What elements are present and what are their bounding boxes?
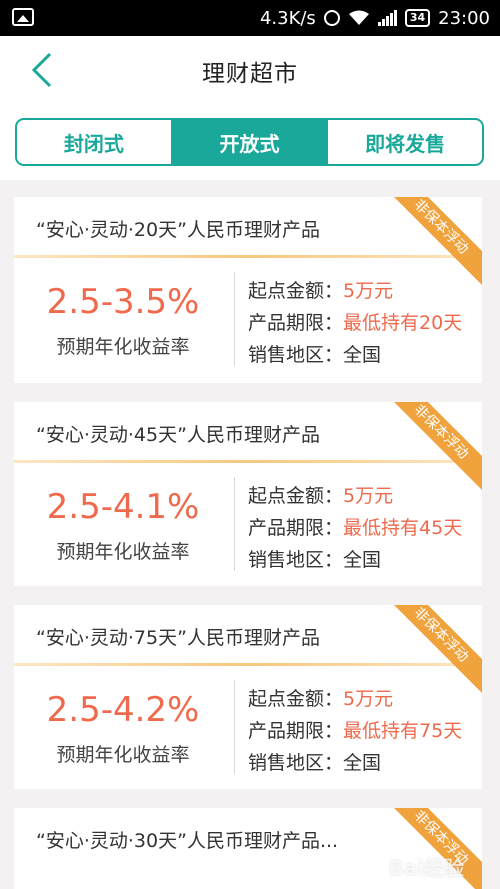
network-speed: 4.3K/s [259, 7, 316, 29]
min-amount-row: 起点金额：5万元 [248, 276, 393, 303]
min-amount-value: 5万元 [343, 485, 394, 507]
alarm-icon [323, 10, 340, 26]
min-amount-value: 5万元 [343, 688, 394, 710]
product-card-body: 2.5-3.5% 预期年化收益率 起点金额：5万元 产品期限：最低持有20天 销… [14, 258, 482, 380]
product-card[interactable]: “安心·灵动·45天”人民币理财产品 非保本浮动 2.5-4.1% 预期年化收益… [14, 402, 482, 586]
expected-yield-label: 预期年化收益率 [56, 336, 190, 358]
watermark: Bai经验 [388, 856, 464, 880]
min-amount-label: 起点金额： [248, 485, 344, 507]
term-row: 产品期限：最低持有20天 [248, 308, 462, 335]
expected-yield: 2.5-3.5% [46, 282, 200, 322]
status-bar: 4.3K/s 34 23:00 [0, 0, 500, 36]
expected-yield-label: 预期年化收益率 [56, 744, 190, 766]
app-header: 理财超市 [0, 36, 500, 104]
term-row: 产品期限：最低持有45天 [248, 513, 462, 540]
product-name: “安心·灵动·45天”人民币理财产品 [36, 424, 320, 446]
term-value: 最低持有45天 [343, 517, 463, 539]
vertical-divider [234, 477, 235, 571]
product-card-header: “安心·灵动·75天”人民币理财产品 非保本浮动 [14, 605, 482, 697]
product-card[interactable]: “安心·灵动·30天”人民币理财产品... 非保本浮动 Bai经验 [14, 808, 482, 889]
expected-yield-label: 预期年化收益率 [56, 541, 190, 563]
product-name: “安心·灵动·75天”人民币理财产品 [36, 627, 320, 649]
battery-icon: 34 [404, 9, 431, 27]
vertical-divider [234, 272, 235, 366]
term-value: 最低持有75天 [343, 720, 463, 742]
product-card[interactable]: “安心·灵动·75天”人民币理财产品 非保本浮动 2.5-4.2% 预期年化收益… [14, 605, 482, 789]
region-row: 销售地区：全国 [248, 748, 381, 775]
region-row: 销售地区：全国 [248, 340, 381, 367]
vertical-divider [234, 680, 235, 774]
term-value: 最低持有20天 [343, 312, 463, 334]
min-amount-row: 起点金额：5万元 [248, 684, 393, 711]
expected-yield: 2.5-4.2% [46, 690, 200, 730]
product-card-body: 2.5-4.1% 预期年化收益率 起点金额：5万元 产品期限：最低持有45天 销… [14, 463, 482, 585]
clock: 23:00 [438, 7, 490, 29]
status-indicators: 4.3K/s 34 23:00 [260, 0, 490, 36]
product-card[interactable]: “安心·灵动·20天”人民币理财产品 非保本浮动 2.5-3.5% 预期年化收益… [14, 197, 482, 383]
region-label: 销售地区： [248, 752, 344, 774]
region-value: 全国 [343, 344, 382, 366]
term-label: 产品期限： [248, 517, 344, 539]
region-label: 销售地区： [248, 549, 344, 571]
expected-yield: 2.5-4.1% [46, 487, 200, 527]
tab-upcoming[interactable]: 即将发售 [326, 120, 482, 164]
term-row: 产品期限：最低持有75天 [248, 716, 462, 743]
product-name: “安心·灵动·30天”人民币理财产品... [36, 830, 339, 852]
tab-bar-container: 封闭式 开放式 即将发售 [0, 104, 500, 180]
region-row: 销售地区：全国 [248, 545, 381, 572]
product-card-header: “安心·灵动·45天”人民币理财产品 非保本浮动 [14, 402, 482, 494]
term-label: 产品期限： [248, 312, 344, 334]
region-value: 全国 [343, 549, 382, 571]
region-value: 全国 [343, 752, 382, 774]
term-label: 产品期限： [248, 720, 344, 742]
min-amount-row: 起点金额：5万元 [248, 481, 393, 508]
wifi-icon [348, 10, 370, 26]
page-title: 理财超市 [202, 61, 298, 87]
signal-icon [377, 10, 397, 26]
tab-open-end[interactable]: 开放式 [170, 120, 327, 164]
min-amount-label: 起点金额： [248, 280, 344, 302]
product-name: “安心·灵动·20天”人民币理财产品 [36, 219, 320, 241]
product-type-tabs: 封闭式 开放式 即将发售 [15, 118, 484, 166]
min-amount-label: 起点金额： [248, 688, 344, 710]
photo-notification-icon [12, 8, 34, 26]
product-card-header: “安心·灵动·20天”人民币理财产品 非保本浮动 [14, 197, 482, 289]
region-label: 销售地区： [248, 344, 344, 366]
tab-closed-end[interactable]: 封闭式 [17, 120, 171, 164]
product-card-body: 2.5-4.2% 预期年化收益率 起点金额：5万元 产品期限：最低持有75天 销… [14, 666, 482, 788]
min-amount-value: 5万元 [343, 280, 394, 302]
